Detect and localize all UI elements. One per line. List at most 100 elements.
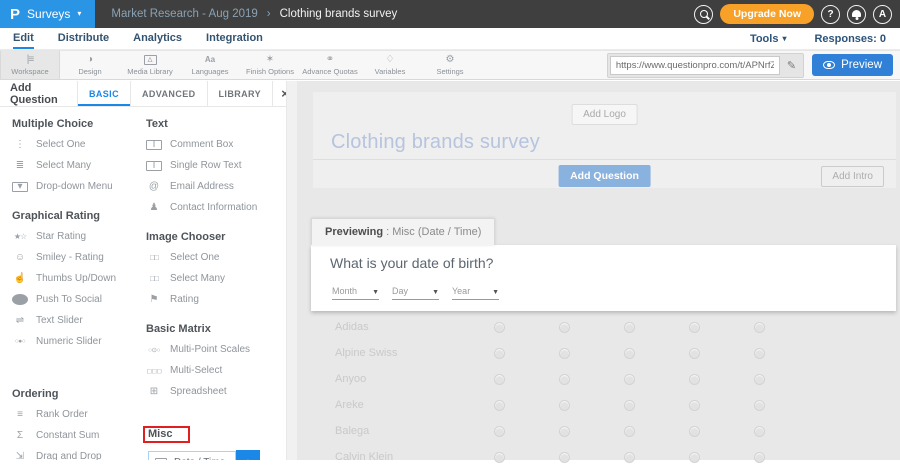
nav-tab-distribute[interactable]: Distribute — [58, 28, 109, 49]
radio-button[interactable] — [754, 374, 765, 385]
panel-item-drop-down-menu[interactable]: ▾Drop-down Menu — [12, 176, 146, 197]
toolbar-item-label: Variables — [375, 67, 406, 76]
help-button[interactable]: ? — [821, 5, 840, 24]
radio-button[interactable] — [494, 452, 505, 463]
upgrade-now-button[interactable]: Upgrade Now — [720, 4, 814, 24]
panel-item-thumbs-up-down[interactable]: ☝Thumbs Up/Down — [12, 268, 146, 289]
toolbar-settings[interactable]: ⚙Settings — [420, 51, 480, 79]
panel-item-push-to-social[interactable]: ‹Push To Social — [12, 289, 146, 310]
chevron-down-icon: ▼ — [432, 289, 439, 296]
panel-item-date-time[interactable]: Date / Time — [148, 451, 236, 460]
panel-item-select-one[interactable]: □□Select One — [146, 247, 285, 268]
toolbar-languages[interactable]: AaLanguages — [180, 51, 240, 79]
survey-title[interactable]: Clothing brands survey — [331, 131, 540, 154]
section-heading-basic-matrix: Basic Matrix — [146, 323, 285, 335]
radio-button[interactable] — [559, 452, 570, 463]
panel-item-select-many[interactable]: ≣Select Many — [12, 155, 146, 176]
responses-count[interactable]: Responses: 0 — [814, 33, 886, 45]
edit-url-icon[interactable]: ✎ — [782, 59, 801, 72]
matrix-cell — [727, 374, 792, 385]
toolbar-workspace[interactable]: |≡Workspace — [0, 51, 60, 79]
app-menu[interactable]: P Surveys ▾ — [0, 0, 95, 28]
drag-icon: ⇲ — [12, 451, 28, 460]
panel-item-star-rating[interactable]: ★☆Star Rating — [12, 226, 146, 247]
panel-item-single-row-text[interactable]: ISingle Row Text — [146, 155, 285, 176]
toolbar-finish-options[interactable]: ✶Finish Options — [240, 51, 300, 79]
panel-item-comment-box[interactable]: IComment Box — [146, 134, 285, 155]
add-date-time-button[interactable]: + — [236, 450, 260, 460]
toolbar-design[interactable]: ◑Design — [60, 51, 120, 79]
radio-button[interactable] — [689, 374, 700, 385]
toolbar-variables[interactable]: ♢Variables — [360, 51, 420, 79]
panel-item-constant-sum[interactable]: ΣConstant Sum — [12, 425, 146, 446]
add-logo-button[interactable]: Add Logo — [571, 104, 638, 125]
radio-button[interactable] — [624, 374, 635, 385]
radio-button[interactable] — [494, 426, 505, 437]
tools-menu[interactable]: Tools ▾ — [750, 33, 787, 45]
radio-button[interactable] — [494, 348, 505, 359]
radio-button[interactable] — [754, 426, 765, 437]
nav-tab-analytics[interactable]: Analytics — [133, 28, 182, 49]
radio-button[interactable] — [754, 452, 765, 463]
nav-tab-integration[interactable]: Integration — [206, 28, 263, 49]
toolbar-media-library[interactable]: ▵Media Library — [120, 51, 180, 79]
radio-button[interactable] — [624, 348, 635, 359]
panel-item-numeric-slider[interactable]: ○●○Numeric Slider — [12, 331, 146, 352]
panel-item-smiley-rating[interactable]: ☺Smiley - Rating — [12, 247, 146, 268]
radio-button[interactable] — [754, 322, 765, 333]
search-button[interactable] — [694, 5, 713, 24]
panel-item-drag-and-drop[interactable]: ⇲Drag and Drop — [12, 446, 146, 460]
panel-item-multi-select[interactable]: ◻◻◻Multi-Select — [146, 360, 285, 381]
nav-tab-edit[interactable]: Edit — [13, 28, 34, 49]
radio-button[interactable] — [559, 348, 570, 359]
radio-button[interactable] — [559, 322, 570, 333]
panel-item-text-slider[interactable]: ⇌Text Slider — [12, 310, 146, 331]
panel-item-multi-point-scales[interactable]: ○⊙○Multi-Point Scales — [146, 339, 285, 360]
panel-tab-library[interactable]: LIBRARY — [207, 81, 272, 106]
radio-button[interactable] — [494, 400, 505, 411]
radio-button[interactable] — [689, 348, 700, 359]
panel-item-date-time-selected[interactable]: Date / Time+ — [148, 450, 285, 460]
radio-button[interactable] — [689, 426, 700, 437]
year-select[interactable]: Year▼ — [452, 286, 499, 300]
bell-icon — [852, 10, 861, 17]
add-question-button[interactable]: Add Question — [558, 165, 651, 187]
panel-item-select-one[interactable]: ⋮Select One — [12, 134, 146, 155]
account-avatar[interactable]: A — [873, 5, 892, 24]
radio-button[interactable] — [624, 322, 635, 333]
panel-item-email-address[interactable]: @Email Address — [146, 176, 285, 197]
notifications-button[interactable] — [847, 5, 866, 24]
breadcrumb-separator-icon: › — [267, 8, 271, 20]
radio-button[interactable] — [689, 322, 700, 333]
panel-scrollbar[interactable] — [286, 81, 297, 460]
day-select[interactable]: Day▼ — [392, 286, 439, 300]
month-select[interactable]: Month▼ — [332, 286, 379, 300]
breadcrumb-parent[interactable]: Market Research - Aug 2019 — [111, 8, 257, 20]
panel-item-spreadsheet[interactable]: ⊞Spreadsheet — [146, 381, 285, 402]
preview-button[interactable]: Preview — [812, 54, 893, 76]
radio-button[interactable] — [754, 348, 765, 359]
survey-header-band: Add Logo Clothing brands survey Add Ques… — [313, 92, 896, 188]
workspace-icon: |≡ — [27, 55, 33, 65]
panel-tab-basic[interactable]: BASIC — [77, 81, 130, 106]
panel-item-contact-information[interactable]: ♟Contact Information — [146, 197, 285, 218]
radio-button[interactable] — [559, 400, 570, 411]
radio-button[interactable] — [624, 426, 635, 437]
gear-icon: ⚙ — [446, 55, 455, 65]
radio-button[interactable] — [559, 374, 570, 385]
radio-button[interactable] — [494, 374, 505, 385]
radio-button[interactable] — [559, 426, 570, 437]
survey-url-input[interactable] — [610, 56, 780, 75]
radio-button[interactable] — [624, 400, 635, 411]
add-intro-button[interactable]: Add Intro — [821, 166, 884, 187]
toolbar-advance-quotas[interactable]: ⚭Advance Quotas — [300, 51, 360, 79]
panel-item-select-many[interactable]: □□Select Many — [146, 268, 285, 289]
radio-button[interactable] — [754, 400, 765, 411]
panel-item-rank-order[interactable]: ≡Rank Order — [12, 404, 146, 425]
panel-tab-advanced[interactable]: ADVANCED — [130, 81, 207, 106]
radio-button[interactable] — [494, 322, 505, 333]
radio-button[interactable] — [689, 452, 700, 463]
radio-button[interactable] — [624, 452, 635, 463]
radio-button[interactable] — [689, 400, 700, 411]
panel-item-rating[interactable]: ⚑Rating — [146, 289, 285, 310]
